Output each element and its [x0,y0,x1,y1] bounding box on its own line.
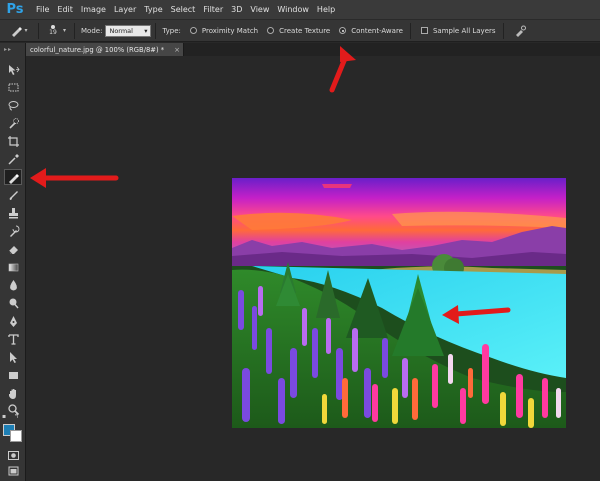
pen-icon[interactable] [4,313,22,329]
spot-healing-brush-icon [12,26,23,37]
rectangle-icon[interactable] [4,367,22,383]
radio-content-aware[interactable] [339,27,347,34]
radio-create-texture[interactable] [267,27,275,34]
menu-filter[interactable]: Filter [199,0,227,20]
menu-bar: Ps File Edit Image Layer Type Select Fil… [0,0,600,20]
divider [74,22,76,39]
blur-icon[interactable] [4,277,22,293]
brush-icon[interactable] [4,187,22,203]
pressure-size-icon[interactable] [514,25,526,37]
quick-selection-icon[interactable] [4,115,22,131]
crop-icon[interactable] [4,133,22,149]
menu-help[interactable]: Help [313,0,339,20]
tool-preset-picker[interactable]: ▾ [4,22,34,40]
divider [502,22,504,39]
history-brush-icon[interactable] [4,223,22,239]
mode-value: Normal [109,26,133,35]
screen-mode-icon[interactable] [4,463,22,479]
document-tab-title: colorful_nature.jpg @ 100% (RGB/8#) * [30,45,165,54]
menu-window[interactable]: Window [273,0,313,20]
chevron-down-icon[interactable]: ▾ [63,27,66,34]
hand-icon[interactable] [4,385,22,401]
chevron-down-icon: ▾ [24,27,28,34]
color-swatches [3,421,25,443]
tools-panel: ▸▸ ▪ ↰ [0,43,26,481]
path-selection-icon[interactable] [4,349,22,365]
document-tab-bar: colorful_nature.jpg @ 100% (RGB/8#) * × [26,43,600,56]
radio-label-create-texture: Create Texture [279,26,331,35]
spot-healing-brush-icon[interactable] [4,169,22,185]
chevron-down-icon: ▾ [144,26,148,35]
menu-view[interactable]: View [246,0,273,20]
menu-type[interactable]: Type [140,0,166,20]
radio-label-proximity-match: Proximity Match [201,26,259,35]
landscape-photo [232,178,566,428]
swap-colors-icon[interactable]: ↰ [14,413,19,420]
divider [38,22,39,39]
options-bar: ▾ 19 ▾ Mode: Normal ▾ Type: Proximity Ma… [0,20,600,42]
radio-proximity-match[interactable] [189,27,197,34]
type-label: Type: [162,26,181,35]
background-color-swatch[interactable] [10,430,22,442]
zoom-icon[interactable] [4,401,22,417]
menu-image[interactable]: Image [77,0,110,20]
close-icon[interactable]: × [174,46,180,54]
sample-all-layers-checkbox[interactable] [420,27,428,34]
photoshop-logo: Ps [6,2,24,17]
quick-mask-icon[interactable] [4,447,22,463]
type-icon[interactable] [4,331,22,347]
menu-edit[interactable]: Edit [53,0,77,20]
brush-size-value: 19 [49,29,57,36]
menu-file[interactable]: File [32,0,53,20]
mode-select[interactable]: Normal ▾ [105,24,152,37]
divider [409,22,411,39]
divider [155,22,157,39]
brush-size-picker[interactable]: 19 [43,22,63,40]
eraser-icon[interactable] [4,241,22,257]
gradient-icon[interactable] [4,259,22,275]
panel-grip-icon[interactable]: ▸▸ [4,46,22,53]
mode-label: Mode: [81,26,103,35]
canvas-area[interactable] [26,56,600,481]
menu-3d[interactable]: 3D [227,0,246,20]
clone-stamp-icon[interactable] [4,205,22,221]
dodge-icon[interactable] [4,295,22,311]
document-tab[interactable]: colorful_nature.jpg @ 100% (RGB/8#) * × [26,43,184,56]
move-icon[interactable] [4,61,22,77]
document-image[interactable] [232,178,566,428]
sample-all-layers-label: Sample All Layers [432,26,496,35]
eyedropper-icon[interactable] [4,151,22,167]
lasso-icon[interactable] [4,97,22,113]
radio-label-content-aware: Content-Aware [351,26,403,35]
menu-select[interactable]: Select [167,0,200,20]
marquee-icon[interactable] [4,79,22,95]
default-colors-icon[interactable]: ▪ [2,413,6,420]
menu-layer[interactable]: Layer [110,0,140,20]
